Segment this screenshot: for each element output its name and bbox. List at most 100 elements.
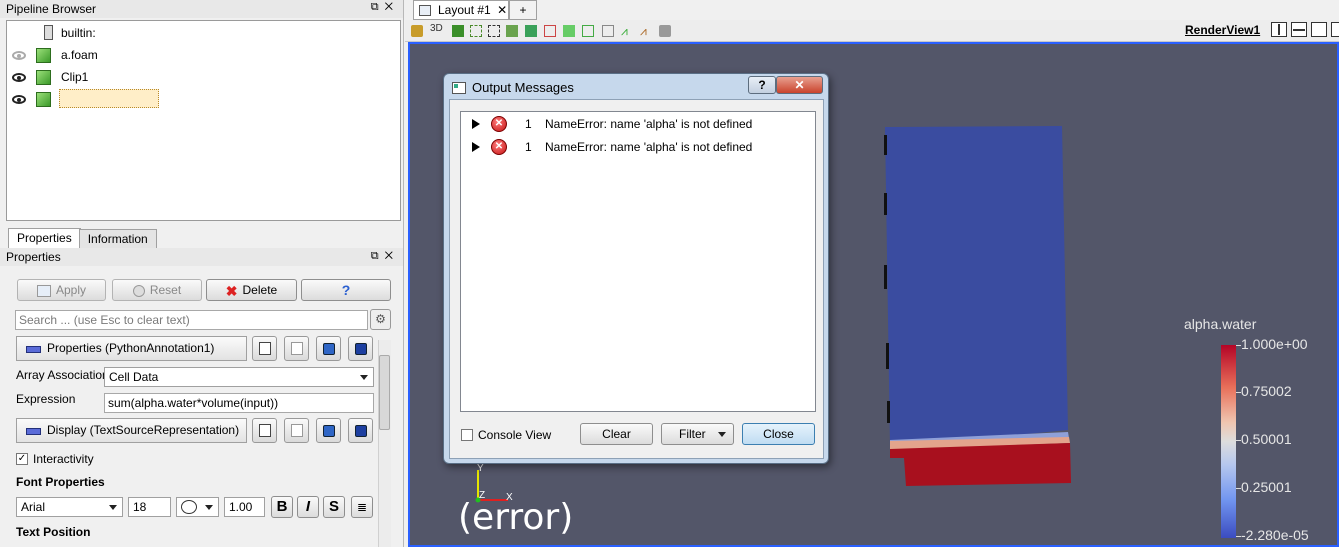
maximize-icon[interactable] — [1311, 22, 1327, 37]
font-family-select[interactable]: Arial — [16, 497, 123, 517]
clip-low-region — [885, 126, 1068, 447]
mode-3d-button[interactable]: 3D — [430, 23, 443, 34]
camera-icon[interactable] — [411, 25, 423, 37]
pipeline-tree[interactable]: builtin: a.foam Clip1 — [6, 20, 401, 221]
error-annotation: (error) — [458, 497, 574, 538]
font-size-spin[interactable]: 18 — [128, 497, 171, 517]
console-view-checkbox[interactable] — [461, 429, 473, 441]
reload-button[interactable] — [316, 336, 341, 361]
interactivity-checkbox[interactable]: ✓ — [16, 453, 28, 465]
select-block-icon[interactable] — [506, 25, 518, 37]
dialog-body: ✕ 1 NameError: name 'alpha' is not defin… — [449, 99, 824, 459]
console-view-label: Console View — [478, 428, 552, 442]
save-button[interactable] — [348, 336, 373, 361]
paste-icon — [291, 342, 303, 355]
paste-button[interactable] — [284, 336, 309, 361]
bold-button[interactable]: B — [271, 496, 293, 518]
pipeline-item-label: builtin: — [61, 26, 96, 40]
message-count: 1 — [525, 117, 532, 131]
array-association-select[interactable]: Cell Data — [104, 367, 374, 387]
help-button[interactable]: ? — [301, 279, 391, 301]
select-cells-icon[interactable] — [452, 25, 464, 37]
paste-button[interactable] — [284, 418, 309, 443]
legend-label-max: 1.000e+00 — [1241, 336, 1308, 352]
grow-selection-icon[interactable] — [582, 25, 594, 37]
plot-icon[interactable]: ⩘ — [640, 25, 652, 37]
copy-button[interactable] — [252, 336, 277, 361]
opacity-spin[interactable]: 1.00 — [224, 497, 265, 517]
reload-button[interactable] — [316, 418, 341, 443]
italic-button[interactable]: I — [297, 496, 319, 518]
eye-icon[interactable] — [12, 51, 26, 60]
expression-input[interactable]: sum(alpha.water*volume(input)) — [104, 393, 374, 413]
array-association-label: Array Association — [16, 368, 109, 382]
reset-label: Reset — [149, 283, 182, 297]
opacity-value: 1.00 — [229, 500, 253, 514]
pipeline-browser-title: Pipeline Browser — [0, 0, 403, 18]
dialog-help-button[interactable]: ? — [748, 76, 776, 94]
close-icon[interactable]: ✕ — [385, 250, 399, 262]
expand-arrow-icon[interactable] — [472, 142, 480, 152]
legend-label-min: -2.280e-05 — [1241, 527, 1309, 543]
tab-layout-1[interactable]: Layout #1 ✕ — [413, 0, 509, 20]
split-horizontal-icon[interactable] — [1271, 22, 1287, 37]
polygon-select-icon[interactable] — [563, 25, 575, 37]
section-display[interactable]: Display (TextSourceRepresentation) — [16, 418, 247, 443]
split-vertical-icon[interactable] — [1291, 22, 1307, 37]
legend-title: alpha.water — [1184, 316, 1257, 332]
delete-button[interactable]: ✖ Delete — [206, 279, 297, 301]
color-picker[interactable] — [176, 497, 219, 517]
message-list[interactable]: ✕ 1 NameError: name 'alpha' is not defin… — [460, 111, 816, 412]
legend-label: 0.25001 — [1241, 479, 1292, 495]
close-icon[interactable]: ✕ — [497, 3, 507, 17]
expand-arrow-icon[interactable] — [472, 119, 480, 129]
close-button[interactable]: Close — [742, 423, 815, 445]
pipeline-item-afoam[interactable]: a.foam — [7, 44, 400, 66]
delete-icon: ✖ — [225, 282, 238, 299]
extract-icon[interactable]: ⩘ — [621, 25, 633, 37]
add-layout-button[interactable]: + — [509, 0, 537, 20]
eye-icon[interactable] — [12, 95, 26, 104]
tab-properties[interactable]: Properties — [8, 228, 81, 249]
filter-button[interactable]: Filter — [661, 423, 734, 445]
message-text: NameError: name 'alpha' is not defined — [545, 117, 753, 131]
scrollbar-thumb[interactable] — [379, 355, 390, 430]
message-row[interactable]: ✕ 1 NameError: name 'alpha' is not defin… — [461, 136, 815, 158]
rename-field[interactable] — [59, 89, 159, 108]
pipeline-item-selected[interactable] — [7, 88, 400, 110]
clear-selection-icon[interactable] — [659, 25, 671, 37]
refresh-icon — [323, 343, 335, 355]
select-points-icon[interactable] — [470, 25, 482, 37]
shadow-button[interactable]: S — [323, 496, 345, 518]
float-icon[interactable]: ⧉ — [371, 1, 385, 13]
pipeline-item-builtin[interactable]: builtin: — [7, 22, 400, 44]
justify-button[interactable]: ≣ — [351, 496, 373, 518]
eye-icon[interactable] — [12, 73, 26, 82]
properties-title: Properties — [0, 248, 403, 266]
copy-button[interactable] — [252, 418, 277, 443]
hover-points-icon[interactable] — [544, 25, 556, 37]
gear-icon[interactable]: ⚙ — [370, 309, 391, 330]
close-icon[interactable]: ✕ — [385, 1, 399, 13]
dialog-close-x-button[interactable]: ✕ — [776, 76, 823, 94]
interactive-select-icon[interactable] — [525, 25, 537, 37]
save-button[interactable] — [348, 418, 373, 443]
float-icon[interactable]: ⧉ — [371, 250, 385, 262]
reset-button[interactable]: Reset — [112, 279, 202, 301]
pipeline-item-clip1[interactable]: Clip1 — [7, 66, 400, 88]
search-input[interactable]: Search ... (use Esc to clear text) — [15, 310, 368, 330]
section-properties[interactable]: Properties (PythonAnnotation1) — [16, 336, 247, 361]
apply-icon — [36, 284, 51, 297]
shrink-selection-icon[interactable] — [602, 25, 614, 37]
select-frustum-icon[interactable] — [488, 25, 500, 37]
message-row[interactable]: ✕ 1 NameError: name 'alpha' is not defin… — [461, 113, 815, 135]
clear-button[interactable]: Clear — [580, 423, 653, 445]
close-view-icon[interactable] — [1331, 22, 1339, 37]
apply-button[interactable]: Apply — [17, 279, 106, 301]
pipeline-dock-buttons[interactable]: ⧉✕ — [371, 1, 399, 14]
tab-information[interactable]: Information — [78, 229, 157, 249]
properties-dock-buttons[interactable]: ⧉✕ — [371, 250, 399, 263]
properties-tabs: Properties Information — [8, 228, 157, 249]
pipeline-item-label: a.foam — [61, 48, 98, 62]
color-legend-bar — [1221, 345, 1236, 538]
